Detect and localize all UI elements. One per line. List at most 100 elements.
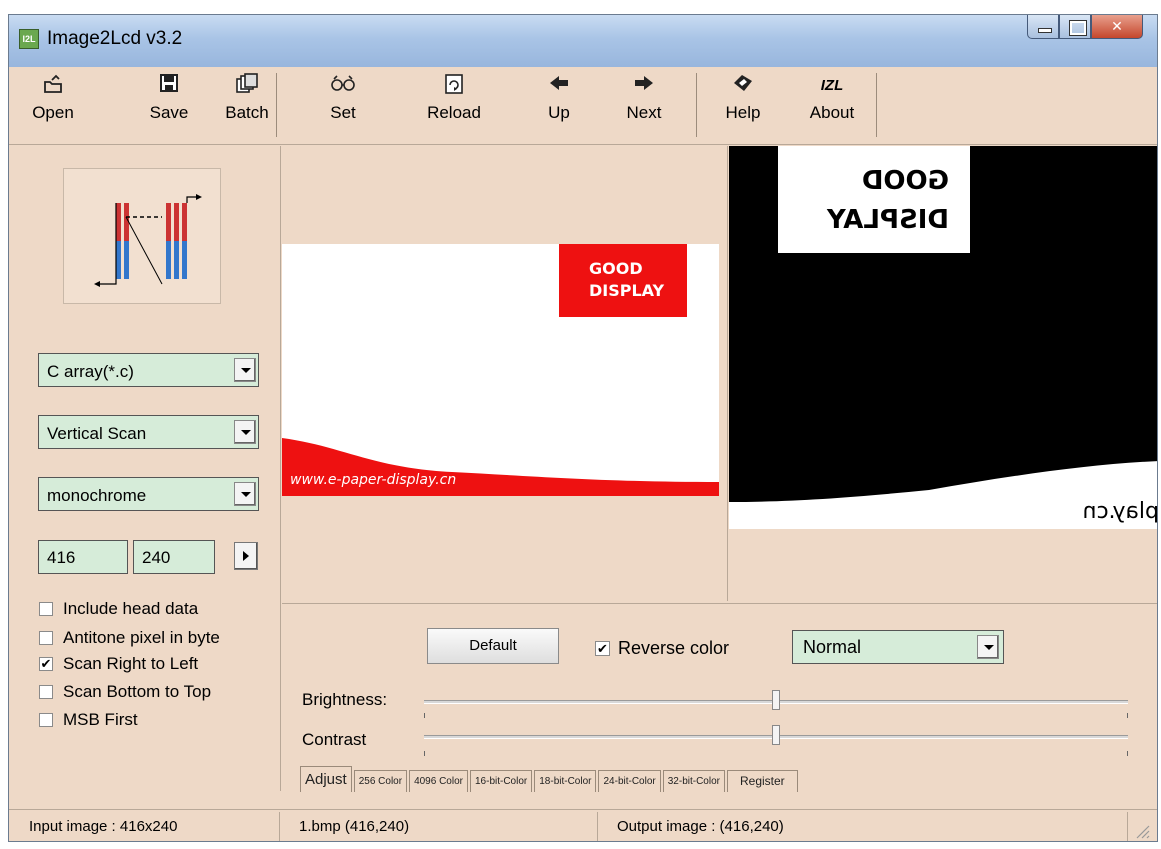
minimize-button[interactable]	[1027, 15, 1059, 39]
help-button[interactable]: Help	[721, 73, 765, 123]
scan-mode-select[interactable]: Vertical Scan	[38, 415, 259, 449]
save-label: Save	[149, 103, 189, 122]
checkbox-box[interactable]	[39, 631, 53, 645]
scan-right-to-left-checkbox[interactable]: ✔ Scan Right to Left	[39, 653, 198, 675]
scan-direction-diagram	[63, 168, 221, 304]
mode-value: Normal	[803, 637, 862, 657]
open-button[interactable]: Open	[27, 73, 79, 123]
app-window: I2L Image2Lcd v3.2 ✕ Open Save Batch Set…	[8, 14, 1158, 842]
tab-register[interactable]: Register	[726, 770, 798, 792]
maximize-icon	[1060, 15, 1090, 38]
checkbox-label: Antitone pixel in byte	[63, 628, 220, 647]
tab-16-bit-color[interactable]: 16-bit-Color	[469, 770, 533, 792]
output-type-select[interactable]: C array(*.c)	[38, 353, 259, 387]
slider-tick	[424, 751, 425, 756]
checkmark-icon[interactable]: ✔	[39, 657, 53, 671]
reload-label: Reload	[427, 103, 481, 122]
brightness-slider-thumb[interactable]	[772, 690, 780, 710]
up-button[interactable]: Up	[539, 73, 579, 123]
input-image: GOOD DISPLAY www.e-paper-display.cn	[282, 244, 719, 496]
chevron-down-icon[interactable]	[234, 358, 256, 382]
toolbar: Open Save Batch Set Reload Up Next Help …	[9, 67, 1157, 145]
settings-tabs: Adjust 256 Color 4096 Color 16-bit-Color…	[300, 766, 800, 792]
status-output-image: Output image : (416,240)	[617, 818, 784, 835]
slider-tick	[424, 713, 425, 718]
brightness-label: Brightness:	[302, 690, 388, 709]
out-url-text: play.cn	[1083, 499, 1158, 524]
reload-icon	[421, 73, 487, 99]
title-bar: I2L Image2Lcd v3.2 ✕	[9, 15, 1157, 67]
apply-size-button[interactable]	[234, 542, 258, 570]
out-badge-line2: DISPLAY	[826, 205, 949, 235]
adjust-panel: Default ✔ Reverse color Normal Brightnes…	[282, 603, 1157, 792]
window-title: Image2Lcd v3.2	[47, 28, 183, 49]
url-text: www.e-paper-display.cn	[290, 472, 456, 488]
checkbox-label: Scan Bottom to Top	[63, 682, 212, 701]
tab-256-color[interactable]: 256 Color	[353, 770, 408, 792]
chevron-down-icon[interactable]	[977, 635, 999, 659]
help-label: Help	[725, 103, 761, 122]
slider-tick	[1127, 713, 1128, 718]
width-input[interactable]: 416	[38, 540, 128, 574]
default-button[interactable]: Default	[427, 628, 559, 664]
antitone-pixel-checkbox[interactable]: Antitone pixel in byte	[39, 627, 220, 649]
chevron-down-icon[interactable]	[234, 420, 256, 444]
checkbox-label: Include head data	[63, 599, 199, 618]
checkmark-icon[interactable]: ✔	[595, 641, 610, 656]
height-input[interactable]: 240	[133, 540, 215, 574]
status-file: 1.bmp (416,240)	[299, 818, 410, 835]
output-type-value: C array(*.c)	[47, 362, 134, 381]
color-depth-select[interactable]: monochrome	[38, 477, 259, 511]
batch-files-icon	[219, 73, 275, 99]
batch-label: Batch	[225, 103, 269, 122]
checkbox-box[interactable]	[39, 713, 53, 727]
color-depth-value: monochrome	[47, 486, 147, 505]
about-button[interactable]: IZL About	[803, 73, 861, 123]
badge-line1: GOOD	[589, 259, 643, 278]
status-separator	[279, 812, 280, 841]
scan-bottom-to-top-checkbox[interactable]: Scan Bottom to Top	[39, 681, 211, 703]
reload-button[interactable]: Reload	[421, 73, 487, 123]
minimize-icon	[1028, 15, 1058, 38]
reverse-color-checkbox[interactable]: ✔ Reverse color	[595, 638, 729, 659]
save-button[interactable]: Save	[143, 73, 195, 123]
set-button[interactable]: Set	[323, 73, 363, 123]
up-label: Up	[548, 103, 570, 122]
settings-panel: C array(*.c) Vertical Scan monochrome 41…	[9, 146, 281, 791]
about-logo-icon: IZL	[820, 77, 844, 94]
glasses-icon	[323, 73, 363, 99]
checkbox-box[interactable]	[39, 602, 53, 616]
tab-4096-color[interactable]: 4096 Color	[409, 770, 468, 792]
include-head-data-checkbox[interactable]: Include head data	[39, 598, 198, 620]
window-controls: ✕	[1027, 15, 1143, 41]
status-separator	[597, 812, 598, 841]
checkbox-label: MSB First	[63, 710, 138, 729]
tab-18-bit-color[interactable]: 18-bit-Color	[534, 770, 597, 792]
slider-tick	[1127, 751, 1128, 756]
resize-grip-icon[interactable]	[1133, 822, 1151, 841]
next-label: Next	[626, 103, 662, 122]
status-separator	[1127, 812, 1128, 841]
batch-button[interactable]: Batch	[219, 73, 275, 123]
output-image: GOOD DISPLAY play.cn	[729, 146, 1158, 529]
tab-adjust[interactable]: Adjust	[300, 766, 352, 792]
app-icon: I2L	[19, 29, 39, 49]
floppy-disk-icon	[143, 73, 195, 99]
chevron-down-icon[interactable]	[234, 482, 256, 506]
checkbox-box[interactable]	[39, 685, 53, 699]
status-input-image: Input image : 416x240	[29, 818, 178, 835]
contrast-label: Contrast	[302, 730, 367, 749]
maximize-button[interactable]	[1059, 15, 1091, 39]
next-button[interactable]: Next	[619, 73, 669, 123]
mode-select[interactable]: Normal	[792, 630, 1004, 664]
scan-mode-value: Vertical Scan	[47, 424, 147, 443]
msb-first-checkbox[interactable]: MSB First	[39, 709, 138, 731]
open-folder-icon	[27, 73, 79, 99]
tab-24-bit-color[interactable]: 24-bit-Color	[598, 770, 661, 792]
help-book-icon	[721, 73, 765, 99]
close-icon: ✕	[1111, 18, 1123, 34]
close-button[interactable]: ✕	[1091, 15, 1143, 39]
out-badge-line1: GOOD	[862, 166, 949, 196]
contrast-slider-thumb[interactable]	[772, 725, 780, 745]
tab-32-bit-color[interactable]: 32-bit-Color	[662, 770, 725, 792]
